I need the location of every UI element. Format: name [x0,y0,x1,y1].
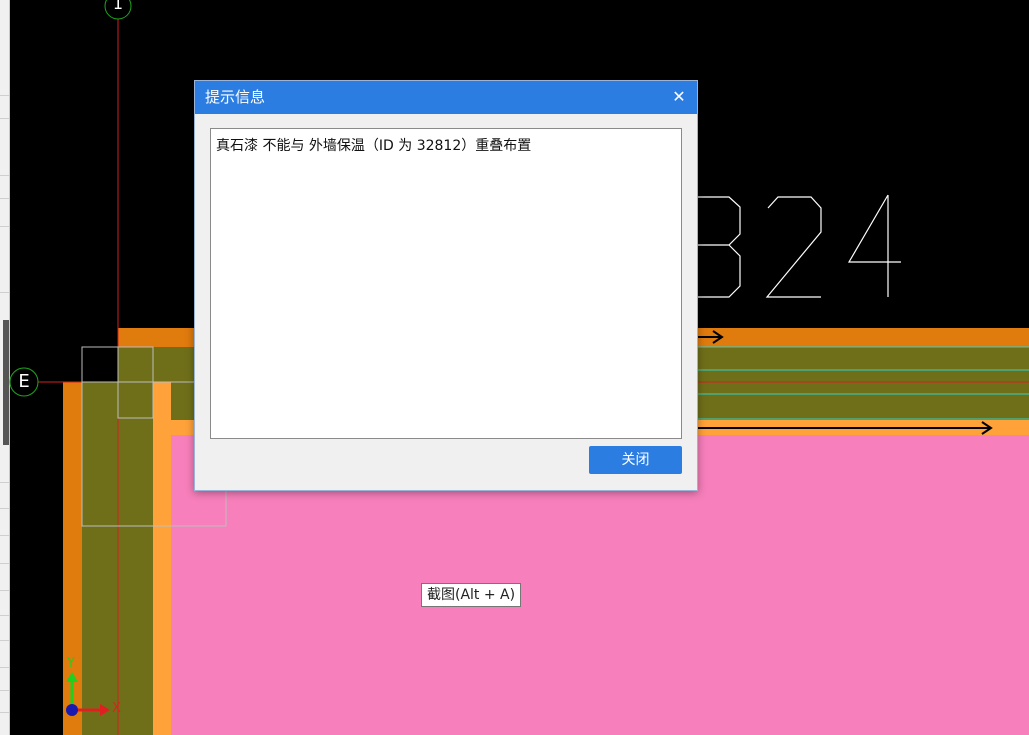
message-dialog: 提示信息 ✕ 真石漆 不能与 外墙保温（ID 为 32812）重叠布置 关闭 [194,80,698,491]
room-number-digits [696,194,901,298]
grid-label-e: E [18,371,30,392]
dialog-title: 提示信息 [205,88,266,106]
dialog-message-box: 真石漆 不能与 外墙保温（ID 为 32812）重叠布置 [210,128,682,439]
dialog-message: 真石漆 不能与 外墙保温（ID 为 32812）重叠布置 [216,138,532,154]
ucs-y-label: Y [67,656,75,671]
ucs-x-label: X [112,701,121,716]
close-icon[interactable]: ✕ [669,87,689,107]
close-button[interactable]: 关闭 [589,446,682,474]
ucs-origin [66,704,78,716]
corner-finish [153,382,171,435]
cad-drawing-canvas[interactable]: 1 E X Y 提示信息 ✕ 真石漆 不能与 外墙保温（ID 为 32812）重… [0,0,1029,735]
screenshot-tooltip: 截图(Alt + A) [421,583,522,607]
selection-box-1 [81,346,119,383]
dialog-titlebar[interactable]: 提示信息 ✕ [195,81,697,114]
grid-label-1: 1 [112,0,124,13]
